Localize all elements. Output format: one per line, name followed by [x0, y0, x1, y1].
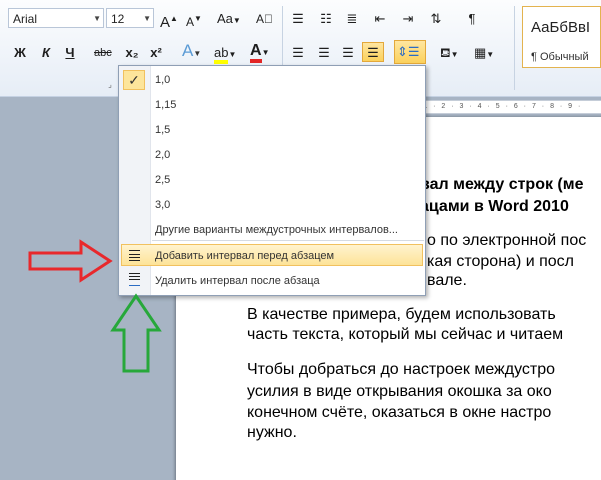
annotation-arrows	[28, 239, 162, 373]
word-window: · 1 · 2 · 3 · 4 · 5 · 6 · 7 · 8 · 9 · ва…	[0, 0, 601, 480]
green-arrow-icon	[110, 293, 162, 373]
red-arrow-icon	[28, 239, 113, 283]
